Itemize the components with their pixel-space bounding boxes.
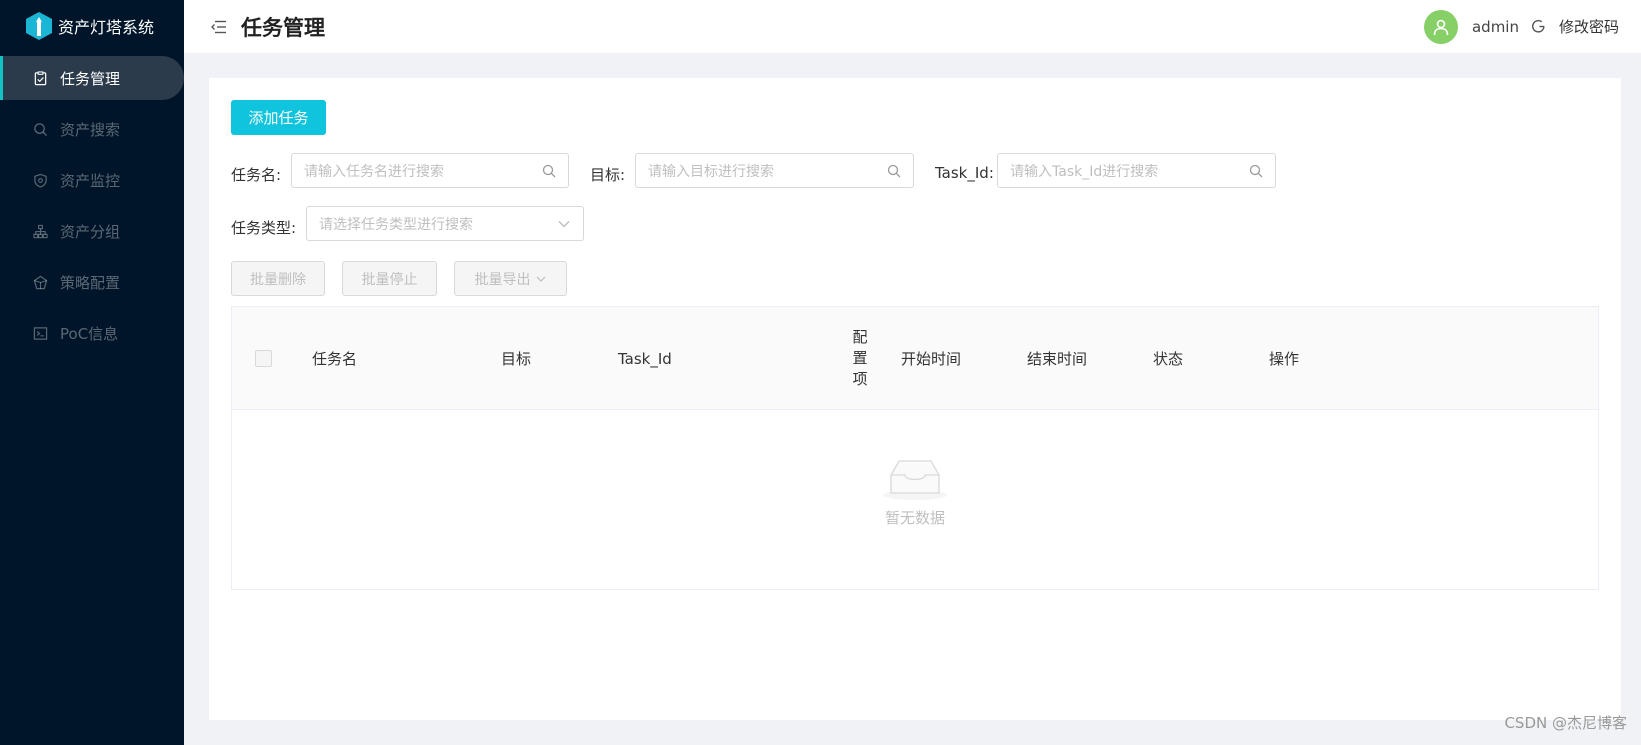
shield-icon [32,172,48,188]
user-icon [1433,19,1449,35]
code-icon [32,325,48,341]
search-icon[interactable] [542,164,556,178]
empty-state: 暂无数据 [232,457,1598,528]
task-type-select[interactable]: 请选择任务类型进行搜索 [306,206,584,241]
col-config[interactable]: 配 置 项 [851,307,869,410]
top-header: 任务管理 admin 修改密码 [184,0,1641,53]
lighthouse-logo-icon [26,12,52,40]
select-all-cell [255,307,272,410]
col-actions[interactable]: 操作 [1269,307,1299,410]
sidebar-item-label: 资产分组 [60,222,121,241]
empty-text: 暂无数据 [884,509,945,527]
col-target[interactable]: 目标 [501,307,531,410]
table-header: 任务名 目标 Task_Id 配 置 项 开始时间 结束时间 状态 操作 [232,307,1598,410]
task-type-label: 任务类型: [231,219,297,237]
gem-icon [32,274,48,290]
batch-export-label: 批量导出 [474,271,531,288]
select-all-checkbox[interactable] [255,350,272,367]
search-icon [32,121,48,137]
col-config-char: 置 [852,349,868,367]
col-task-id[interactable]: Task_Id [618,307,672,410]
task-name-placeholder: 请输入任务名进行搜索 [304,163,444,180]
sidebar-item-asset-monitor[interactable]: 资产监控 [0,158,184,202]
page-title: 任务管理 [241,15,325,40]
sidebar-item-policy-config[interactable]: 策略配置 [0,260,184,304]
col-config-char: 配 [852,328,868,346]
sidebar-item-label: 任务管理 [60,69,121,88]
batch-export-button[interactable]: 批量导出 [454,261,567,296]
search-icon[interactable] [1249,164,1263,178]
chevron-down-icon [557,217,571,231]
sidebar-item-label: 资产搜索 [60,120,121,139]
logout-icon[interactable] [1531,19,1547,35]
sidebar-item-asset-search[interactable]: 资产搜索 [0,107,184,151]
change-password-link[interactable]: 修改密码 [1559,16,1619,37]
sidebar-item-label: PoC信息 [60,324,119,343]
col-start-time[interactable]: 开始时间 [901,307,961,410]
sidebar-item-label: 策略配置 [60,273,121,292]
batch-stop-button[interactable]: 批量停止 [342,261,437,296]
sidebar-item-task-management[interactable]: 任务管理 [0,56,184,100]
target-label: 目标: [590,166,626,184]
avatar[interactable] [1423,9,1458,44]
cluster-icon [32,223,48,239]
username: admin [1471,17,1519,36]
task-id-search-input[interactable]: 请输入Task_Id进行搜索 [997,153,1276,188]
task-table: 任务名 目标 Task_Id 配 置 项 开始时间 结束时间 状态 操作 暂无数… [231,306,1599,590]
task-type-placeholder: 请选择任务类型进行搜索 [319,216,473,233]
sidebar-menu: 任务管理 资产搜索 资产监控 资产分组 策略配置 PoC信息 [0,56,184,355]
main-content: 添加任务 任务名: 请输入任务名进行搜索 目标: 请输入目标进行搜索 Task_… [209,78,1621,720]
col-task-name[interactable]: 任务名 [312,307,357,410]
target-placeholder: 请输入目标进行搜索 [648,163,774,180]
task-id-placeholder: 请输入Task_Id进行搜索 [1010,163,1159,180]
sidebar-item-poc-info[interactable]: PoC信息 [0,311,184,355]
app-title: 资产灯塔系统 [58,18,155,37]
task-check-icon [32,70,48,86]
search-icon[interactable] [887,164,901,178]
col-config-char: 项 [852,370,868,388]
sidebar-item-label: 资产监控 [60,171,121,190]
task-name-search-input[interactable]: 请输入任务名进行搜索 [291,153,569,188]
target-search-input[interactable]: 请输入目标进行搜索 [635,153,914,188]
menu-fold-icon[interactable] [211,18,229,36]
watermark: CSDN @杰尼博客 [1504,714,1627,732]
sidebar-item-asset-group[interactable]: 资产分组 [0,209,184,253]
task-name-label: 任务名: [231,166,282,184]
logo[interactable]: 资产灯塔系统 [0,0,184,52]
user-area: admin 修改密码 [1423,0,1619,53]
empty-inbox-icon [883,460,947,500]
sidebar: 资产灯塔系统 任务管理 资产搜索 资产监控 资产分组 策略配置 PoC信息 [0,0,184,745]
batch-delete-button[interactable]: 批量删除 [231,261,325,296]
add-task-button[interactable]: 添加任务 [231,100,326,135]
task-id-label: Task_Id: [935,164,994,182]
chevron-down-icon [536,276,545,282]
col-status[interactable]: 状态 [1153,307,1183,410]
col-end-time[interactable]: 结束时间 [1027,307,1087,410]
